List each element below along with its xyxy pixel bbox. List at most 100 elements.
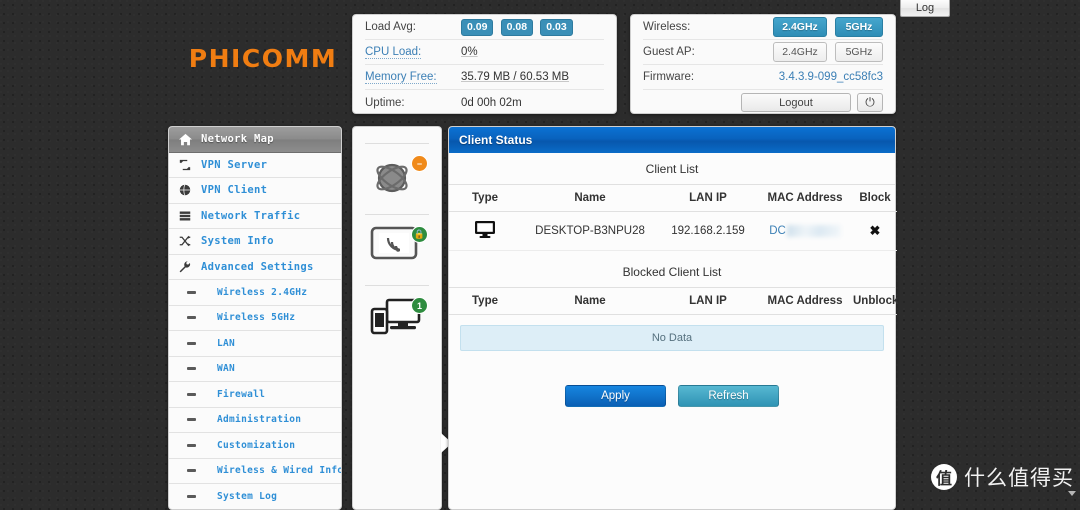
guest-5ghz-pill[interactable]: 5GHz: [835, 42, 883, 62]
memory-free-label[interactable]: Memory Free:: [365, 71, 437, 84]
dash-icon: [187, 469, 217, 473]
client-status-panel: Client Status Client List Type Name LAN …: [448, 126, 898, 510]
sidebar-item-wireless-5ghz[interactable]: Wireless 5GHz: [169, 306, 341, 331]
wireless-label: Wireless:: [643, 21, 691, 33]
dash-icon: [187, 367, 217, 371]
sidebar-item-network-map[interactable]: Network Map: [169, 127, 341, 153]
router-lock-badge: 🔒: [411, 226, 428, 243]
sidebar-item-system-info[interactable]: System Info: [169, 229, 341, 255]
sidebar-item-system-log[interactable]: System Log: [169, 484, 341, 509]
load-avg-badge-2: 0.08: [500, 18, 534, 36]
watermark: 值 什么值得买: [921, 456, 1080, 498]
desktop-icon: [474, 220, 496, 239]
wireless-24ghz-pill[interactable]: 2.4GHz: [773, 17, 827, 37]
guest-ap-label: Guest AP:: [643, 46, 695, 58]
internet-globe-icon: −: [370, 155, 428, 203]
sidebar-label-administration: Administration: [217, 414, 302, 425]
sidebar-nav: Network Map VPN Server VPN Client Networ…: [168, 126, 342, 510]
sidebar-label-vpn-server: VPN Server: [201, 158, 268, 171]
dash-icon: [187, 495, 217, 499]
guest-ap-pills: 2.4GHz 5GHz: [739, 42, 883, 62]
blocked-client-list-heading: Blocked Client List: [449, 251, 895, 288]
col-header-lan-ip-blocked: LAN IP: [659, 288, 757, 315]
client-lan-ip-cell: 192.168.2.159: [659, 211, 757, 251]
wireless-5ghz-pill[interactable]: 5GHz: [835, 17, 883, 37]
col-header-mac-blocked: MAC Address: [757, 288, 853, 315]
sidebar-item-wan[interactable]: WAN: [169, 357, 341, 382]
topology-node-router[interactable]: 🔒: [363, 215, 431, 285]
topology-node-internet[interactable]: −: [363, 144, 431, 214]
wireless-pills: 2.4GHz 5GHz: [739, 17, 883, 37]
load-avg-row: Load Avg: 0.09 0.08 0.03: [365, 15, 604, 40]
sidebar-item-wireless-24ghz[interactable]: Wireless 2.4GHz: [169, 280, 341, 306]
sidebar-label-customization: Customization: [217, 439, 296, 451]
globe-icon: [179, 184, 201, 196]
sidebar-label-network-traffic-vpn-client: VPN Client: [201, 184, 268, 196]
dash-icon: [187, 316, 217, 320]
internet-status-badge: −: [411, 155, 428, 172]
col-header-block: Block: [853, 185, 897, 212]
cpu-load-label-wrap: CPU Load:: [365, 46, 461, 59]
watermark-logo-icon: 值: [931, 464, 957, 490]
uptime-row: Uptime: 0d 00h 02m: [365, 90, 604, 115]
clients-devices-icon: 1: [370, 297, 428, 345]
col-header-type-blocked: Type: [449, 288, 521, 315]
logout-button[interactable]: Logout: [741, 93, 851, 112]
refresh-button[interactable]: Refresh: [678, 385, 779, 407]
blocked-list-empty-state: No Data: [460, 325, 884, 351]
sidebar-item-administration[interactable]: Administration: [169, 408, 341, 433]
apply-button[interactable]: Apply: [565, 385, 666, 407]
sidebar-item-customization[interactable]: Customization: [169, 433, 341, 459]
guest-24ghz-pill[interactable]: 2.4GHz: [773, 42, 827, 62]
sidebar-item-network-traffic[interactable]: Network Traffic: [169, 204, 341, 229]
load-avg-label: Load Avg:: [365, 21, 416, 33]
wrench-icon: [179, 261, 201, 273]
memory-free-label-wrap: Memory Free:: [365, 71, 461, 84]
sidebar-label-wireless-24ghz: Wireless 2.4GHz: [217, 286, 308, 298]
uptime-value: 0d 00h 02m: [461, 96, 522, 109]
dash-icon: [187, 392, 217, 396]
client-list-heading: Client List: [449, 153, 895, 185]
sidebar-item-advanced-settings[interactable]: Advanced Settings: [169, 255, 341, 280]
log-button[interactable]: Log: [900, 0, 950, 17]
panel-title: Client Status: [449, 127, 895, 153]
table-row: DESKTOP-B3NPU28 192.168.2.159 DC ✖: [449, 211, 897, 251]
col-header-name: Name: [521, 185, 659, 212]
client-list-table: Type Name LAN IP MAC Address Block DESKT…: [449, 185, 897, 251]
sidebar-item-vpn-server[interactable]: VPN Server: [169, 153, 341, 178]
power-icon[interactable]: ⏻: [857, 93, 883, 112]
client-name-cell: DESKTOP-B3NPU28: [521, 211, 659, 251]
sidebar-item-vpn-client[interactable]: VPN Client: [169, 178, 341, 204]
sidebar-item-lan[interactable]: LAN: [169, 331, 341, 357]
load-avg-badge-3: 0.03: [540, 18, 573, 36]
sidebar-label-network-traffic: Network Traffic: [201, 209, 301, 222]
shuffle-icon: [179, 235, 201, 247]
dash-icon: [187, 418, 217, 422]
blocked-client-list-table: Type Name LAN IP MAC Address Unblock: [449, 288, 898, 315]
client-list-header-row: Type Name LAN IP MAC Address Block: [449, 185, 897, 212]
block-client-icon[interactable]: ✖: [870, 223, 881, 238]
clients-count-badge: 1: [411, 297, 428, 314]
sidebar-label-lan: LAN: [217, 337, 236, 349]
sidebar-label-network-map: Network Map: [201, 133, 274, 145]
cpu-load-value: 0%: [461, 46, 478, 58]
brand-logo: PHICOMM: [188, 44, 338, 73]
dash-icon: [187, 443, 217, 447]
sidebar-label-firewall: Firewall: [217, 388, 266, 400]
col-header-lan-ip: LAN IP: [659, 185, 757, 212]
col-header-name-blocked: Name: [521, 288, 659, 315]
col-header-unblock: Unblock: [853, 288, 898, 315]
sidebar-label-wan: WAN: [217, 363, 236, 374]
cpu-load-label[interactable]: CPU Load:: [365, 46, 422, 59]
client-block-cell[interactable]: ✖: [853, 211, 897, 251]
dash-icon: [187, 290, 217, 294]
firmware-value[interactable]: 3.4.3.9-099_cc58fc3: [739, 71, 883, 83]
sidebar-item-firewall[interactable]: Firewall: [169, 382, 341, 408]
sidebar-label-system-log: System Log: [217, 491, 278, 502]
sidebar-label-wireless-5ghz: Wireless 5GHz: [217, 312, 296, 323]
sidebar-label-wireless-wired-info: Wireless & Wired Info: [217, 465, 342, 476]
sidebar-item-wireless-wired-info[interactable]: Wireless & Wired Info: [169, 459, 342, 484]
topology-node-clients[interactable]: 1: [363, 286, 431, 356]
wireless-row: Wireless: 2.4GHz 5GHz: [643, 15, 883, 40]
watermark-caret-icon: [1068, 491, 1076, 496]
